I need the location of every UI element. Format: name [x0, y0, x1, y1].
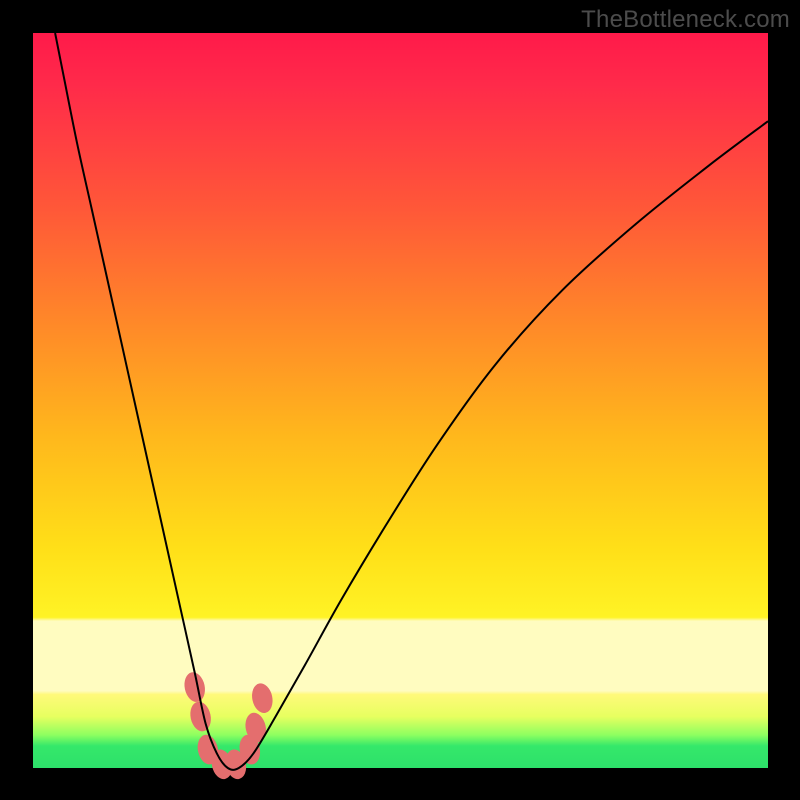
- marker-dot: [249, 681, 275, 715]
- watermark-text: TheBottleneck.com: [581, 6, 790, 34]
- outer-frame: TheBottleneck.com: [0, 0, 800, 800]
- chart-svg: [33, 33, 768, 768]
- plot-area: [33, 33, 768, 768]
- markers-group: [182, 670, 275, 781]
- bottleneck-curve: [55, 33, 768, 770]
